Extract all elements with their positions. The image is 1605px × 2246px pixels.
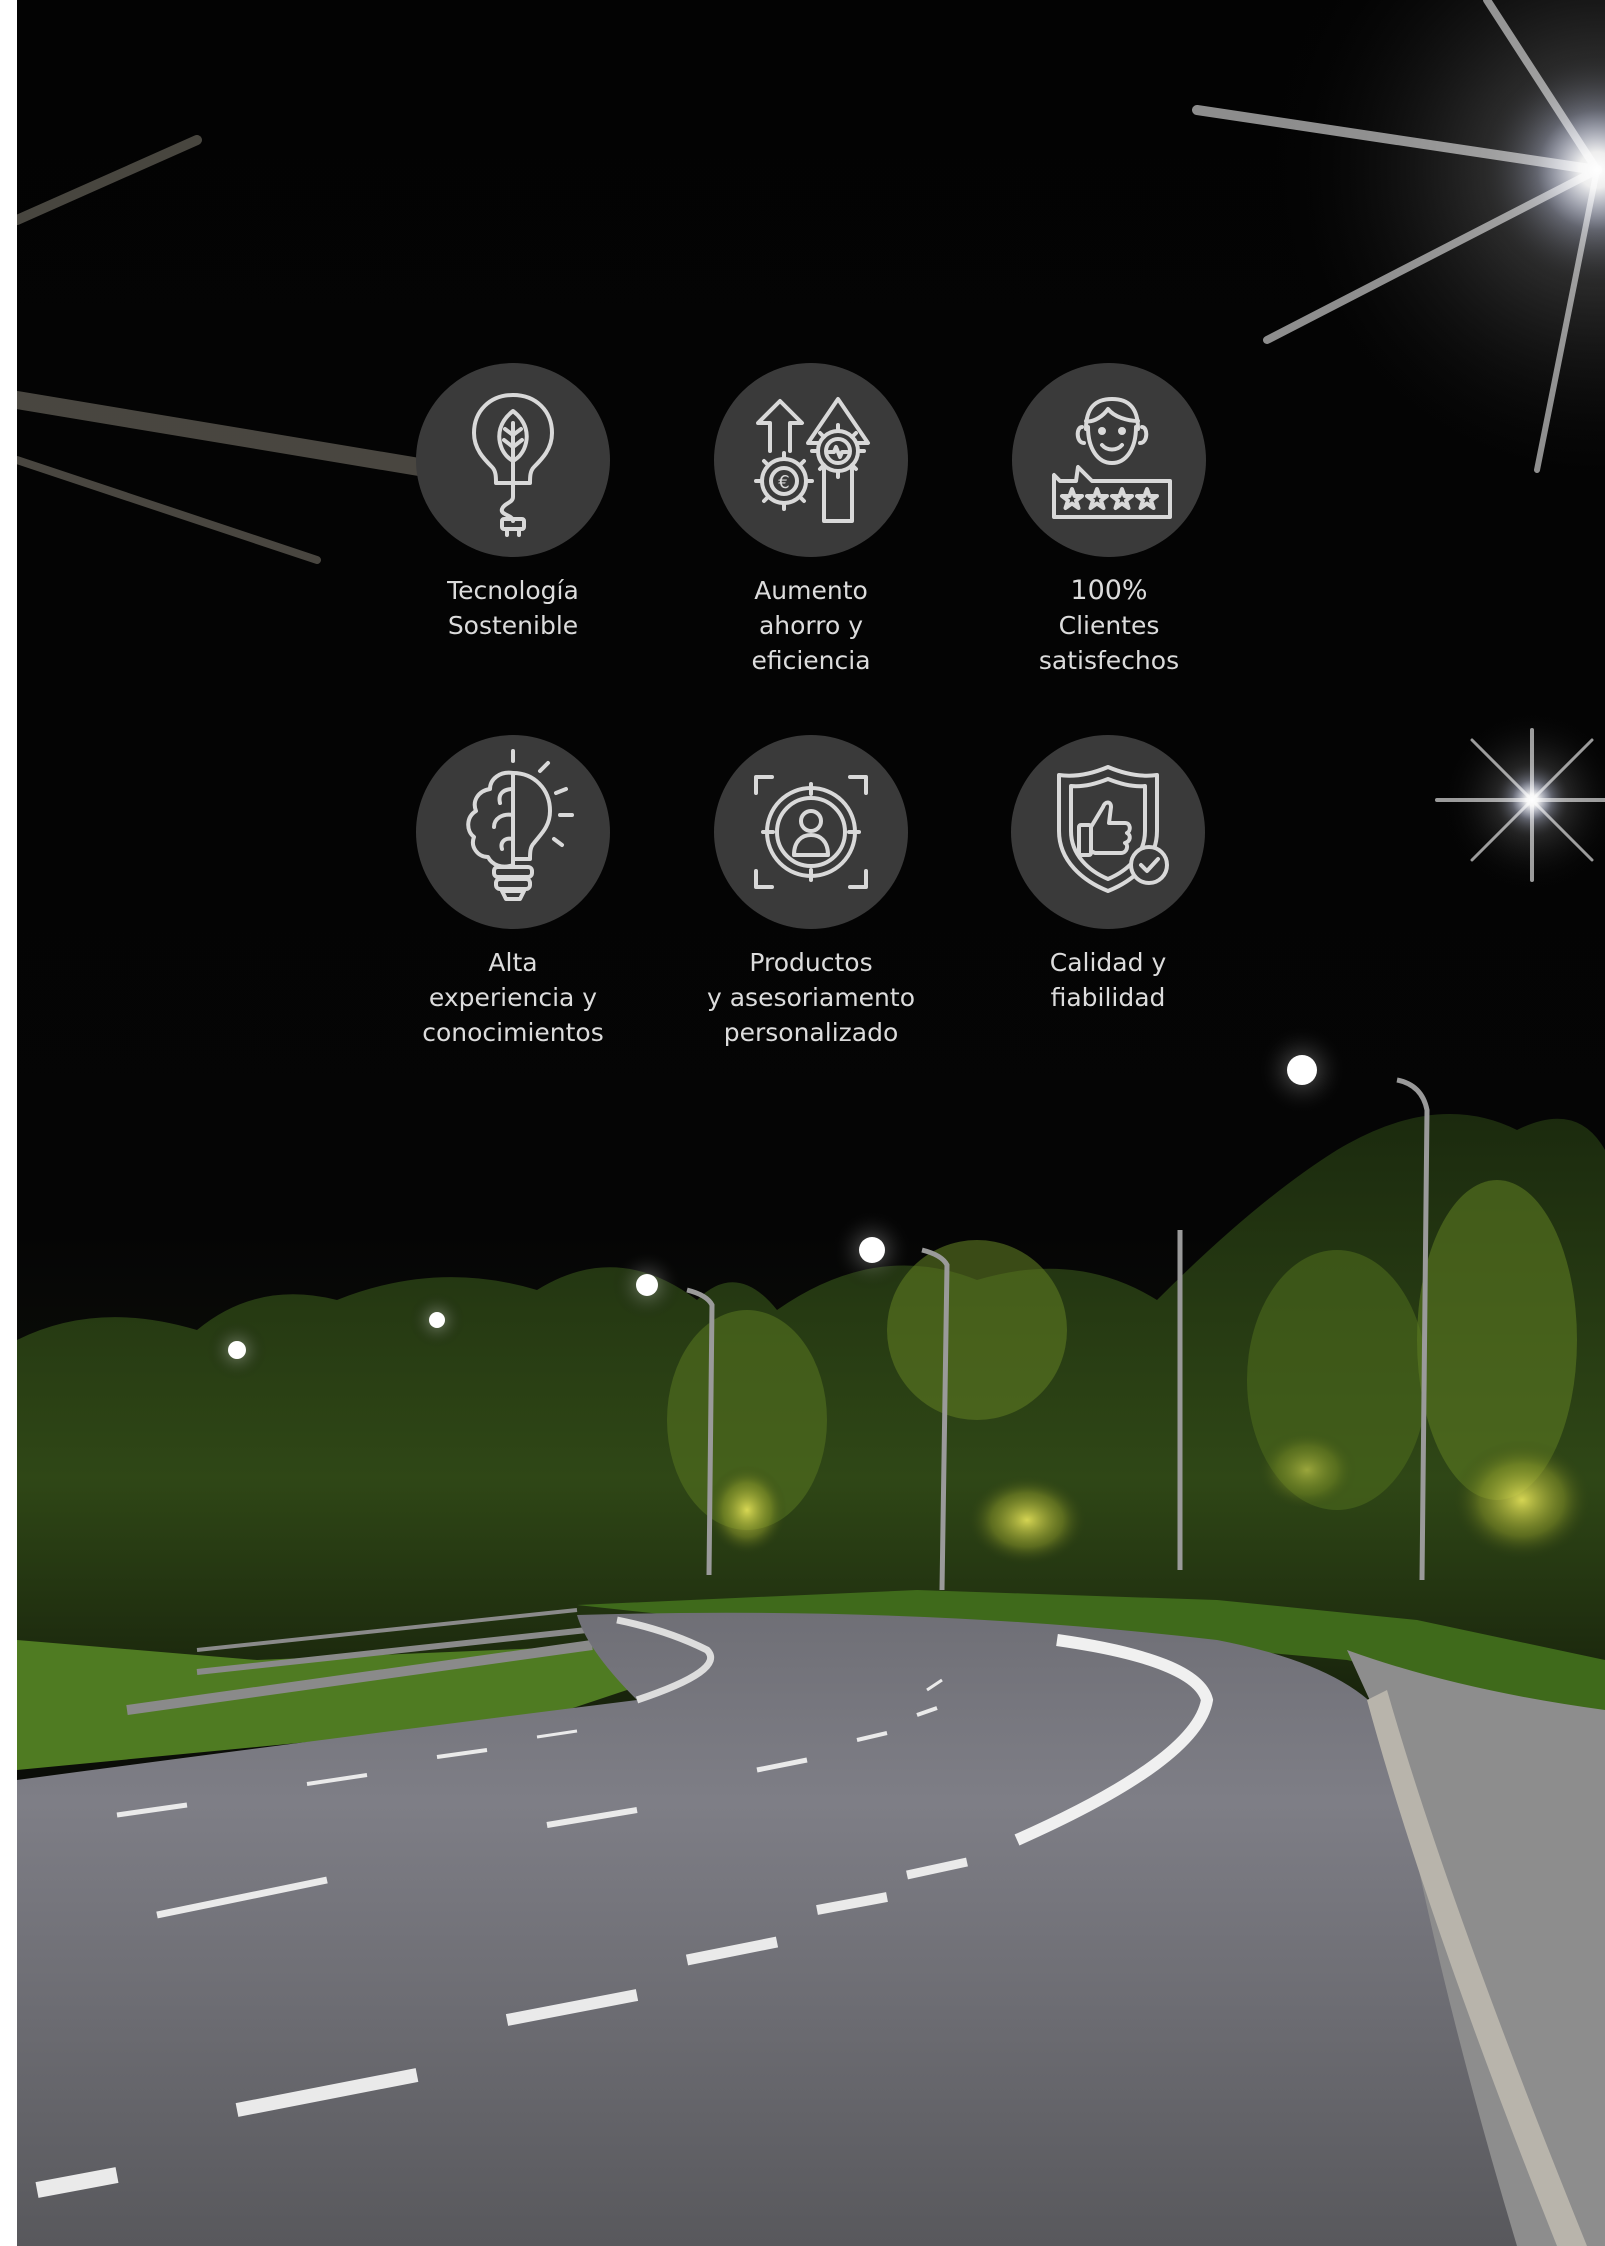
feature-label-line: 100% xyxy=(1070,575,1148,606)
feature-icon-circle xyxy=(416,363,610,557)
feature-icon-circle xyxy=(1012,363,1206,557)
feature-label-line: personalizado xyxy=(723,1018,899,1047)
customer-rating-icon xyxy=(1052,397,1172,519)
feature-label-line: Alta xyxy=(488,948,538,977)
feature-icon-circle: € xyxy=(714,363,908,557)
feature-label: Aumento ahorro y eficiencia xyxy=(681,573,941,678)
feature-label-line: eficiencia xyxy=(751,646,871,675)
feature-icon-circle xyxy=(714,735,908,929)
brain-lightbulb-icon xyxy=(466,749,574,901)
feature-label-line: Aumento xyxy=(754,576,868,605)
feature-label-line: Tecnología xyxy=(447,576,579,605)
feature-label-line: fiabilidad xyxy=(1050,983,1166,1012)
feature-icon-circle xyxy=(416,735,610,929)
feature-label: Tecnología Sostenible xyxy=(383,573,643,643)
feature-label-line: Clientes xyxy=(1058,611,1160,640)
brochure-page: Tecnología Sostenible € Aumento ahorro y… xyxy=(0,0,1605,2246)
feature-label: Calidad y fiabilidad xyxy=(978,945,1238,1015)
feature-label-line: satisfechos xyxy=(1038,646,1180,675)
night-road-photo xyxy=(17,0,1605,2246)
feature-label: Productos y asesoriamento personalizado xyxy=(681,945,941,1050)
feature-label-line: Calidad y xyxy=(1049,948,1167,977)
leaf-lightbulb-icon xyxy=(472,393,554,537)
feature-label-line: Productos xyxy=(749,948,873,977)
feature-label: Alta experiencia y conocimientos xyxy=(383,945,643,1050)
feature-label-line: Sostenible xyxy=(447,611,579,640)
user-target-icon xyxy=(754,775,868,889)
feature-icon-circle xyxy=(1011,735,1205,929)
feature-label-line: ahorro y xyxy=(758,611,864,640)
growth-gears-icon: € xyxy=(754,397,870,523)
feature-label-line: conocimientos xyxy=(422,1018,604,1047)
shield-thumbs-up-icon xyxy=(1057,765,1169,893)
svg-text:€: € xyxy=(778,472,789,493)
feature-label-line: y asesoriamento xyxy=(706,983,915,1012)
feature-label: 100% Clientes satisfechos xyxy=(979,573,1239,678)
feature-label-line: experiencia y xyxy=(428,983,598,1012)
